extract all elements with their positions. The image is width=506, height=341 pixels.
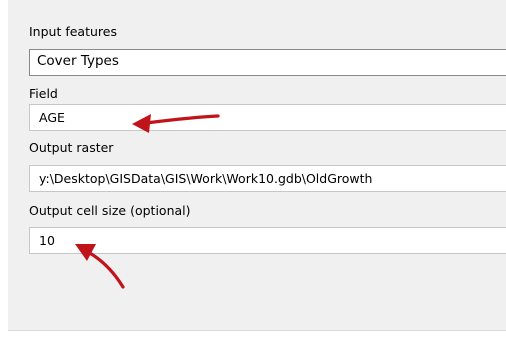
field-value: AGE	[39, 110, 65, 125]
input-features-label: Input features	[29, 24, 117, 39]
input-features-value: Cover Types	[37, 53, 119, 69]
field-label: Field	[29, 86, 58, 101]
field-input[interactable]: AGE	[29, 104, 506, 131]
output-raster-input[interactable]: y:\Desktop\GISData\GIS\Work\Work10.gdb\O…	[29, 165, 506, 192]
output-cell-size-label: Output cell size (optional)	[29, 203, 191, 218]
output-cell-size-value: 10	[39, 233, 55, 248]
output-cell-size-input[interactable]: 10	[29, 227, 506, 254]
input-features-combobox[interactable]: Cover Types	[29, 49, 506, 76]
output-raster-label: Output raster	[29, 140, 114, 155]
output-raster-value: y:\Desktop\GISData\GIS\Work\Work10.gdb\O…	[39, 171, 373, 186]
